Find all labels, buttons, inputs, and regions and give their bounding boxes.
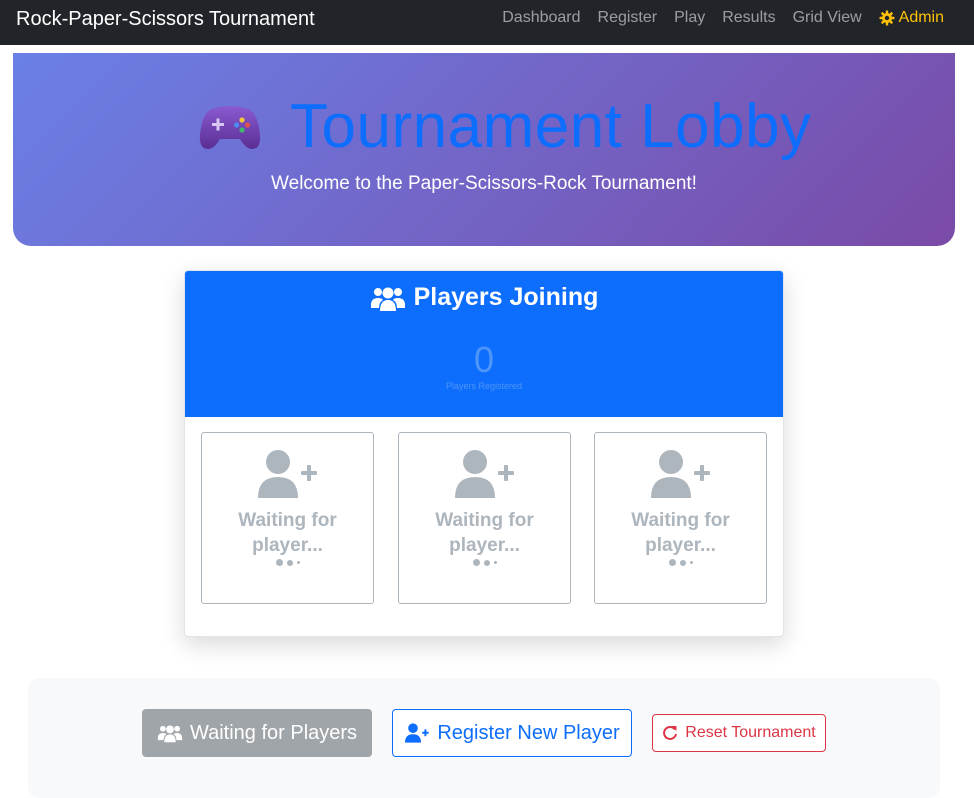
register-button-label: Register New Player xyxy=(437,721,620,744)
users-icon xyxy=(157,725,183,743)
loading-dots xyxy=(202,559,373,566)
user-plus-icon xyxy=(651,450,710,498)
player-count-label: Players Registered xyxy=(445,381,523,391)
navbar-brand[interactable]: Rock-Paper-Scissors Tournament xyxy=(16,7,315,31)
nav-links: Dashboard Register Play Results Grid Vie… xyxy=(485,9,944,27)
hero-title: Tournament Lobby xyxy=(198,91,812,162)
register-new-player-button[interactable]: Register New Player xyxy=(392,709,632,757)
page-title: Tournament Lobby xyxy=(290,92,812,161)
nav-link-play[interactable]: Play xyxy=(674,9,705,27)
card-title-text: Players Joining xyxy=(413,283,599,311)
card-title: Players Joining xyxy=(185,283,783,312)
admin-label: Admin xyxy=(898,9,944,26)
nav-link-grid-view[interactable]: Grid View xyxy=(793,9,862,27)
users-icon xyxy=(370,287,405,311)
user-plus-icon xyxy=(258,450,317,498)
user-plus-icon xyxy=(405,723,429,743)
reset-button-label: Reset Tournament xyxy=(685,724,816,741)
waiting-label: Waiting for player... xyxy=(435,510,534,556)
nav-link-dashboard[interactable]: Dashboard xyxy=(502,9,580,27)
player-count: 0 xyxy=(473,339,495,380)
waiting-button-label: Waiting for Players xyxy=(189,721,358,744)
loading-dots xyxy=(399,559,570,566)
nav-link-results[interactable]: Results xyxy=(722,9,775,27)
hero-banner: Tournament Lobby Welcome to the Paper-Sc… xyxy=(13,53,955,246)
gear-icon xyxy=(879,10,895,26)
player-slot: Waiting for player... xyxy=(398,432,571,604)
waiting-label: Waiting for player... xyxy=(238,510,337,556)
player-slot: Waiting for player... xyxy=(594,432,767,604)
players-card: Players Joining 0 Players Registered Wai… xyxy=(184,270,784,637)
redo-icon xyxy=(663,725,678,740)
gamepad-icon xyxy=(199,105,261,149)
players-card-header: Players Joining 0 Players Registered xyxy=(185,271,783,417)
player-slot: Waiting for player... xyxy=(201,432,374,604)
navbar: Rock-Paper-Scissors Tournament Dashboard… xyxy=(0,0,974,45)
user-plus-icon xyxy=(455,450,514,498)
waiting-label: Waiting for player... xyxy=(631,510,730,556)
hero-subtitle: Welcome to the Paper-Scissors-Rock Tourn… xyxy=(271,173,697,194)
nav-link-admin[interactable]: Admin xyxy=(879,9,944,27)
reset-tournament-button[interactable]: Reset Tournament xyxy=(652,714,826,752)
waiting-for-players-button[interactable]: Waiting for Players xyxy=(142,709,372,757)
loading-dots xyxy=(595,559,766,566)
action-panel: Waiting for Players Register New Player … xyxy=(28,678,940,798)
nav-link-register[interactable]: Register xyxy=(598,9,658,27)
